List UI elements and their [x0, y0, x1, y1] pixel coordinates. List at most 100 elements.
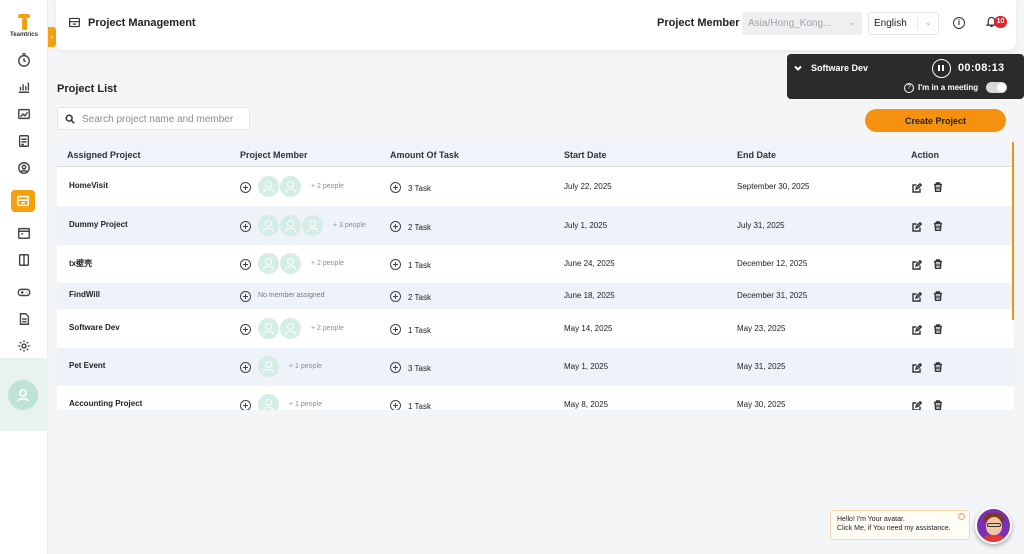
- timer-nav-icon[interactable]: [14, 50, 34, 70]
- project-name[interactable]: FindWill: [69, 290, 100, 299]
- create-project-button[interactable]: Create Project: [865, 109, 1006, 132]
- add-member-icon[interactable]: [240, 400, 251, 410]
- project-name[interactable]: Software Dev: [69, 323, 120, 332]
- add-member-icon[interactable]: [240, 362, 251, 373]
- edit-icon[interactable]: [912, 400, 923, 410]
- member-avatar: [258, 176, 279, 197]
- project-management-icon: [69, 17, 80, 28]
- add-member-icon[interactable]: [240, 182, 251, 193]
- help-icon[interactable]: ?: [904, 83, 914, 93]
- column-header[interactable]: Start Date: [564, 150, 607, 160]
- meeting-toggle[interactable]: [986, 82, 1007, 93]
- delete-icon[interactable]: [933, 182, 943, 192]
- column-header[interactable]: Action: [911, 150, 939, 160]
- delete-icon[interactable]: [933, 291, 943, 301]
- delete-icon[interactable]: [933, 362, 943, 372]
- sidebar: Teamtrics: [0, 0, 48, 554]
- search-input[interactable]: [82, 111, 242, 127]
- no-member-text: No member assigned: [258, 292, 325, 299]
- edit-icon[interactable]: [912, 291, 923, 302]
- calendar-nav-icon[interactable]: [14, 223, 34, 243]
- add-member-icon[interactable]: [240, 324, 251, 335]
- project-table: Assigned Project Project Member Amount O…: [57, 142, 1014, 410]
- member-count: + 2 people: [311, 183, 344, 190]
- member-count: + 3 people: [333, 222, 366, 229]
- project-name[interactable]: tx壁壳: [69, 258, 92, 269]
- task-count: 1 Task: [408, 326, 431, 335]
- edit-icon[interactable]: [912, 182, 923, 193]
- member-avatar: [280, 215, 301, 236]
- task-count: 2 Task: [408, 293, 431, 302]
- table-row: Software Dev + 2 people 1 Task May 14, 2025…: [57, 309, 1014, 348]
- edit-icon[interactable]: [912, 324, 923, 335]
- project-name[interactable]: HomeVisit: [69, 181, 108, 190]
- users-nav-icon[interactable]: [14, 158, 34, 178]
- start-date: July 22, 2025: [564, 182, 612, 191]
- chevron-down-icon: ⌄: [924, 17, 932, 27]
- member-avatar: [280, 318, 301, 339]
- project-name[interactable]: Accounting Project: [69, 399, 142, 408]
- member-count: + 1 people: [289, 363, 322, 370]
- project-name[interactable]: Dummy Project: [69, 220, 128, 229]
- app-logo[interactable]: Teamtrics: [6, 14, 42, 38]
- assistant-line-2: Click Me, if You need my assistance.: [837, 525, 951, 532]
- edit-icon[interactable]: [912, 362, 923, 373]
- files-nav-icon[interactable]: [14, 309, 34, 329]
- member-count: + 2 people: [311, 325, 344, 332]
- end-date: September 30, 2025: [737, 182, 810, 191]
- reports-nav-icon[interactable]: [14, 77, 34, 97]
- notification-badge: 10: [994, 16, 1007, 28]
- table-header: Assigned Project Project Member Amount O…: [57, 142, 1014, 167]
- delete-icon[interactable]: [933, 259, 943, 269]
- project-name[interactable]: Pet Event: [69, 361, 105, 370]
- documents-nav-icon[interactable]: [14, 250, 34, 270]
- search-field[interactable]: [57, 107, 250, 130]
- projects-nav-icon[interactable]: [11, 190, 35, 212]
- analytics-nav-icon[interactable]: [14, 104, 34, 124]
- column-header[interactable]: Assigned Project: [67, 150, 141, 160]
- pause-icon[interactable]: [932, 59, 951, 78]
- add-member-icon[interactable]: [240, 291, 251, 302]
- notifications-button[interactable]: 10: [985, 15, 1007, 31]
- delete-icon[interactable]: [933, 324, 943, 334]
- games-nav-icon[interactable]: [14, 282, 34, 302]
- sidebar-toggle-button[interactable]: ›: [48, 27, 56, 47]
- info-icon[interactable]: i: [953, 17, 965, 29]
- search-icon: [65, 114, 75, 124]
- add-task-icon[interactable]: [390, 221, 401, 232]
- edit-icon[interactable]: [912, 221, 923, 232]
- column-header[interactable]: End Date: [737, 150, 776, 160]
- collapse-chevron-icon[interactable]: [793, 63, 803, 76]
- edit-icon[interactable]: [912, 259, 923, 270]
- delete-icon[interactable]: [933, 400, 943, 410]
- user-profile-area: [0, 358, 48, 431]
- settings-nav-icon[interactable]: [14, 336, 34, 356]
- task-count: 3 Task: [408, 184, 431, 193]
- column-header[interactable]: Project Member: [240, 150, 308, 160]
- column-header[interactable]: Amount Of Task: [390, 150, 459, 160]
- start-date: May 14, 2025: [564, 324, 613, 333]
- add-task-icon[interactable]: [390, 259, 401, 270]
- avatar-body: [982, 535, 1006, 542]
- delete-icon[interactable]: [933, 221, 943, 231]
- language-select[interactable]: English ⌄: [868, 12, 939, 35]
- member-avatar: [280, 253, 301, 274]
- add-task-icon[interactable]: [390, 400, 401, 410]
- start-date: June 18, 2025: [564, 291, 615, 300]
- tasks-nav-icon[interactable]: [14, 131, 34, 151]
- add-task-icon[interactable]: [390, 324, 401, 335]
- add-task-icon[interactable]: [390, 182, 401, 193]
- assistant-bubble[interactable]: Hello! I'm Your avatar. Click Me, if You…: [830, 510, 970, 540]
- add-task-icon[interactable]: [390, 362, 401, 373]
- add-member-icon[interactable]: [240, 259, 251, 270]
- timezone-select[interactable]: Asia/Hong_Kong... ⌄: [742, 12, 862, 35]
- meeting-label: I'm in a meeting: [918, 83, 979, 92]
- table-scrollbar[interactable]: [1012, 142, 1014, 320]
- assistant-avatar[interactable]: [975, 507, 1012, 544]
- add-task-icon[interactable]: [390, 291, 401, 302]
- user-avatar[interactable]: [8, 380, 38, 410]
- task-count: 3 Task: [408, 364, 431, 373]
- close-icon[interactable]: ×: [958, 513, 965, 520]
- add-member-icon[interactable]: [240, 221, 251, 232]
- timer-project-name: Software Dev: [811, 63, 869, 73]
